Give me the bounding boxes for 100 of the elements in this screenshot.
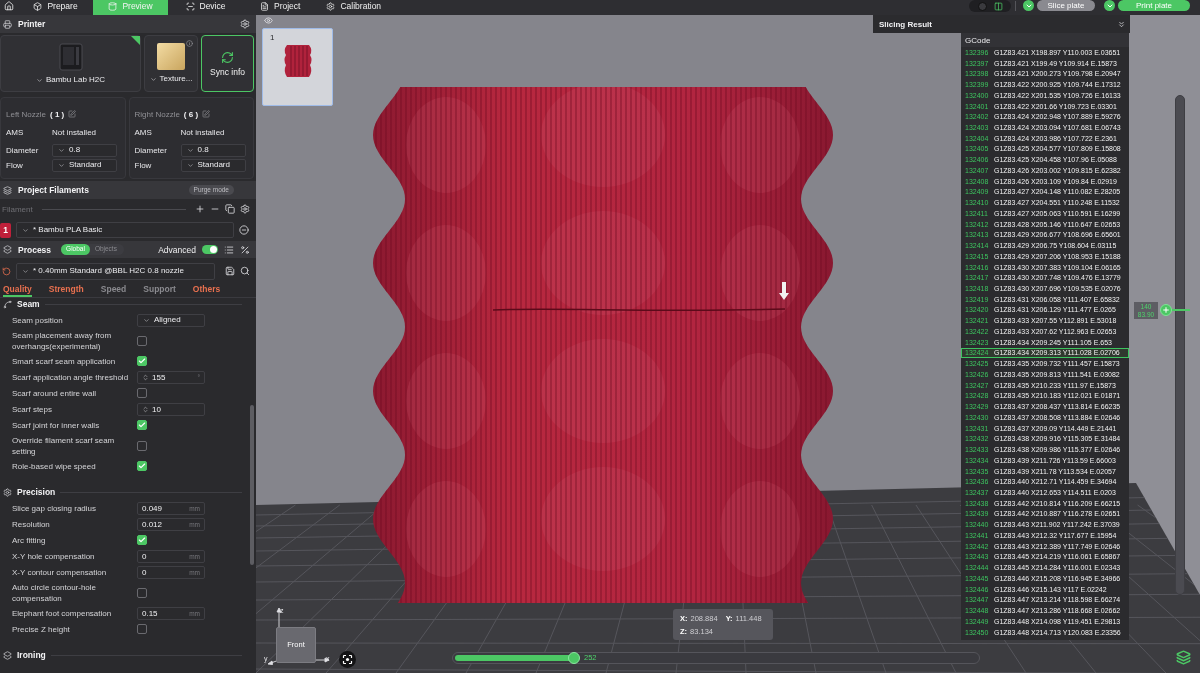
section-title: Process <box>18 244 52 255</box>
checkbox[interactable] <box>137 388 147 398</box>
diameter-select[interactable]: 0.8 <box>52 143 117 157</box>
menu-item[interactable]: Calibration <box>326 0 382 15</box>
settings-tab[interactable]: Support <box>143 284 176 297</box>
setting-label: Seam placement away from overhangs(experimental) <box>12 329 113 352</box>
setting-label: Scarf around entire wall <box>12 387 98 399</box>
settings-icon[interactable] <box>240 204 250 214</box>
checkbox[interactable] <box>137 420 147 430</box>
rotate-icon[interactable] <box>2 266 11 276</box>
field-label: Flow <box>134 160 153 170</box>
list-icon[interactable] <box>224 244 234 255</box>
scrollbar[interactable] <box>250 405 254 565</box>
setting-label: Seam position <box>12 314 64 326</box>
field-value: Not installed <box>52 127 97 137</box>
gear-icon <box>3 488 12 497</box>
menu-item[interactable]: Project <box>260 0 301 15</box>
setting-label: Arc fitting <box>12 534 47 546</box>
field-label: Flow <box>6 160 24 170</box>
check-icon <box>138 536 146 544</box>
nozzle-title: Right Nozzle <box>134 109 180 119</box>
gear-icon <box>326 1 336 11</box>
flow-select[interactable]: Standard <box>180 158 246 172</box>
dropdown-toggle[interactable] <box>1023 0 1034 11</box>
chevron-down-icon <box>149 75 157 83</box>
checkbox[interactable] <box>137 535 147 545</box>
settings-tab[interactable]: Speed <box>100 284 127 297</box>
field-label: AMS <box>6 127 25 137</box>
copy-icon[interactable] <box>225 204 235 214</box>
diameter-select[interactable]: 0.8 <box>180 143 246 157</box>
settings-tab[interactable]: Quality <box>3 284 32 297</box>
columns-icon <box>993 1 1003 11</box>
slicing-result-header[interactable]: Slicing Result <box>873 15 1130 33</box>
document-icon <box>260 1 269 11</box>
advanced-switch[interactable] <box>202 245 218 254</box>
view-mode-toggle[interactable] <box>969 0 1011 12</box>
focus-icon[interactable] <box>339 651 356 668</box>
check-icon <box>138 421 146 429</box>
refresh-icon <box>221 50 234 64</box>
settings-tab[interactable]: Others <box>192 284 221 297</box>
section-title: Project Filaments <box>18 185 89 195</box>
scan-icon <box>185 1 195 11</box>
move-slider-thumb[interactable] <box>567 652 580 664</box>
checkbox[interactable] <box>137 624 147 634</box>
group-title: Seam <box>17 299 40 309</box>
remove-icon[interactable] <box>239 225 249 235</box>
edit-icon[interactable] <box>202 110 211 118</box>
search-icon[interactable] <box>240 266 250 276</box>
filament-select[interactable]: * Bambu PLA Basic <box>16 222 234 238</box>
collapse-icon[interactable] <box>1117 19 1126 29</box>
flow-select[interactable]: Standard <box>52 158 117 172</box>
plate-select[interactable]: Texture... <box>144 35 198 92</box>
printer-select[interactable]: Bambu Lab H2C <box>0 35 141 92</box>
plate-thumbnail[interactable]: 1 <box>262 28 333 106</box>
settings-tab[interactable]: Strength <box>48 284 84 297</box>
chevron-down-icon <box>143 316 150 324</box>
setting-label: Elephant foot compensation <box>12 607 113 619</box>
chevron-down-icon <box>22 226 29 234</box>
group-title: Precision <box>17 487 56 497</box>
percent-icon[interactable] <box>240 244 250 255</box>
cylinder-icon <box>108 1 118 11</box>
edit-icon[interactable] <box>68 110 77 118</box>
save-icon[interactable] <box>225 266 235 276</box>
checkbox[interactable] <box>137 440 147 451</box>
corner-triangle-icon <box>131 36 140 45</box>
field-label: Diameter <box>6 145 40 155</box>
nozzle-number: ( 1 ) <box>50 109 65 119</box>
layer-marker-line <box>1172 309 1190 311</box>
mode-tab[interactable]: Device <box>168 0 243 15</box>
select-field[interactable]: Aligned <box>137 313 205 327</box>
layer-slider-track[interactable] <box>1158 95 1192 595</box>
spin-field[interactable]: 10 <box>137 402 205 416</box>
plus-icon[interactable] <box>195 204 205 214</box>
setting-label: Auto circle contour-hole compensation <box>12 581 98 604</box>
setting-label: X-Y contour compensation <box>12 566 108 578</box>
plate-number: 1 <box>270 34 275 42</box>
mode-tab[interactable]: Prepare <box>18 0 93 15</box>
panel-title: GCode <box>965 35 991 45</box>
preset-select[interactable]: * 0.40mm Standard @BBL H2C 0.8 nozzle <box>16 262 215 280</box>
checkbox[interactable] <box>137 356 147 366</box>
setting-label: Scarf application angle threshold <box>12 371 130 383</box>
setting-label: Slice gap closing radius <box>12 502 98 514</box>
checkbox[interactable] <box>137 335 147 346</box>
check-icon <box>138 357 146 365</box>
sync-button[interactable]: Sync info <box>201 35 254 92</box>
dropdown-toggle[interactable] <box>1104 0 1115 11</box>
checkbox[interactable] <box>137 461 147 471</box>
settings-icon[interactable] <box>240 19 250 29</box>
cube-icon <box>33 1 43 11</box>
layers-icon[interactable] <box>1176 650 1191 665</box>
printer-icon <box>3 19 12 29</box>
checkbox[interactable] <box>137 587 147 598</box>
chevron-down-icon <box>22 267 29 275</box>
build-plate-icon <box>157 43 185 70</box>
filament-slot-number: 1 <box>0 222 11 238</box>
field-label: Diameter <box>134 145 168 155</box>
nozzle-title: Left Nozzle <box>6 109 47 119</box>
3d-viewport[interactable] <box>256 15 1200 673</box>
info-icon[interactable] <box>186 40 193 47</box>
layers-icon <box>3 185 12 195</box>
